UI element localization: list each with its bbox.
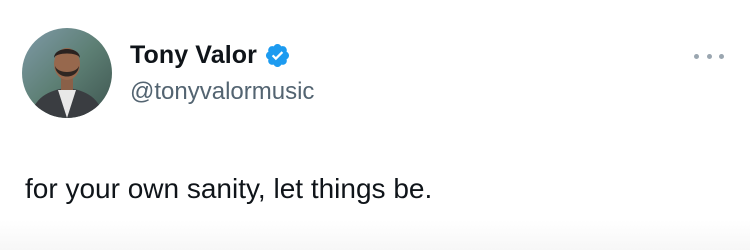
verified-badge-icon	[264, 42, 291, 69]
display-name[interactable]: Tony Valor	[130, 41, 257, 70]
more-dot	[694, 53, 699, 59]
handle[interactable]: @tonyvalormusic	[130, 78, 314, 106]
more-options-icon[interactable]	[694, 48, 724, 64]
more-dot	[719, 53, 724, 59]
tweet-text: for your own sanity, let things be.	[25, 173, 433, 204]
more-dot	[706, 53, 712, 59]
avatar-image	[22, 28, 112, 118]
name-row: Tony Valor	[130, 38, 291, 72]
tweet-card[interactable]: Tony Valor @tonyvalormusic for your own …	[0, 0, 750, 250]
avatar[interactable]	[22, 28, 112, 118]
